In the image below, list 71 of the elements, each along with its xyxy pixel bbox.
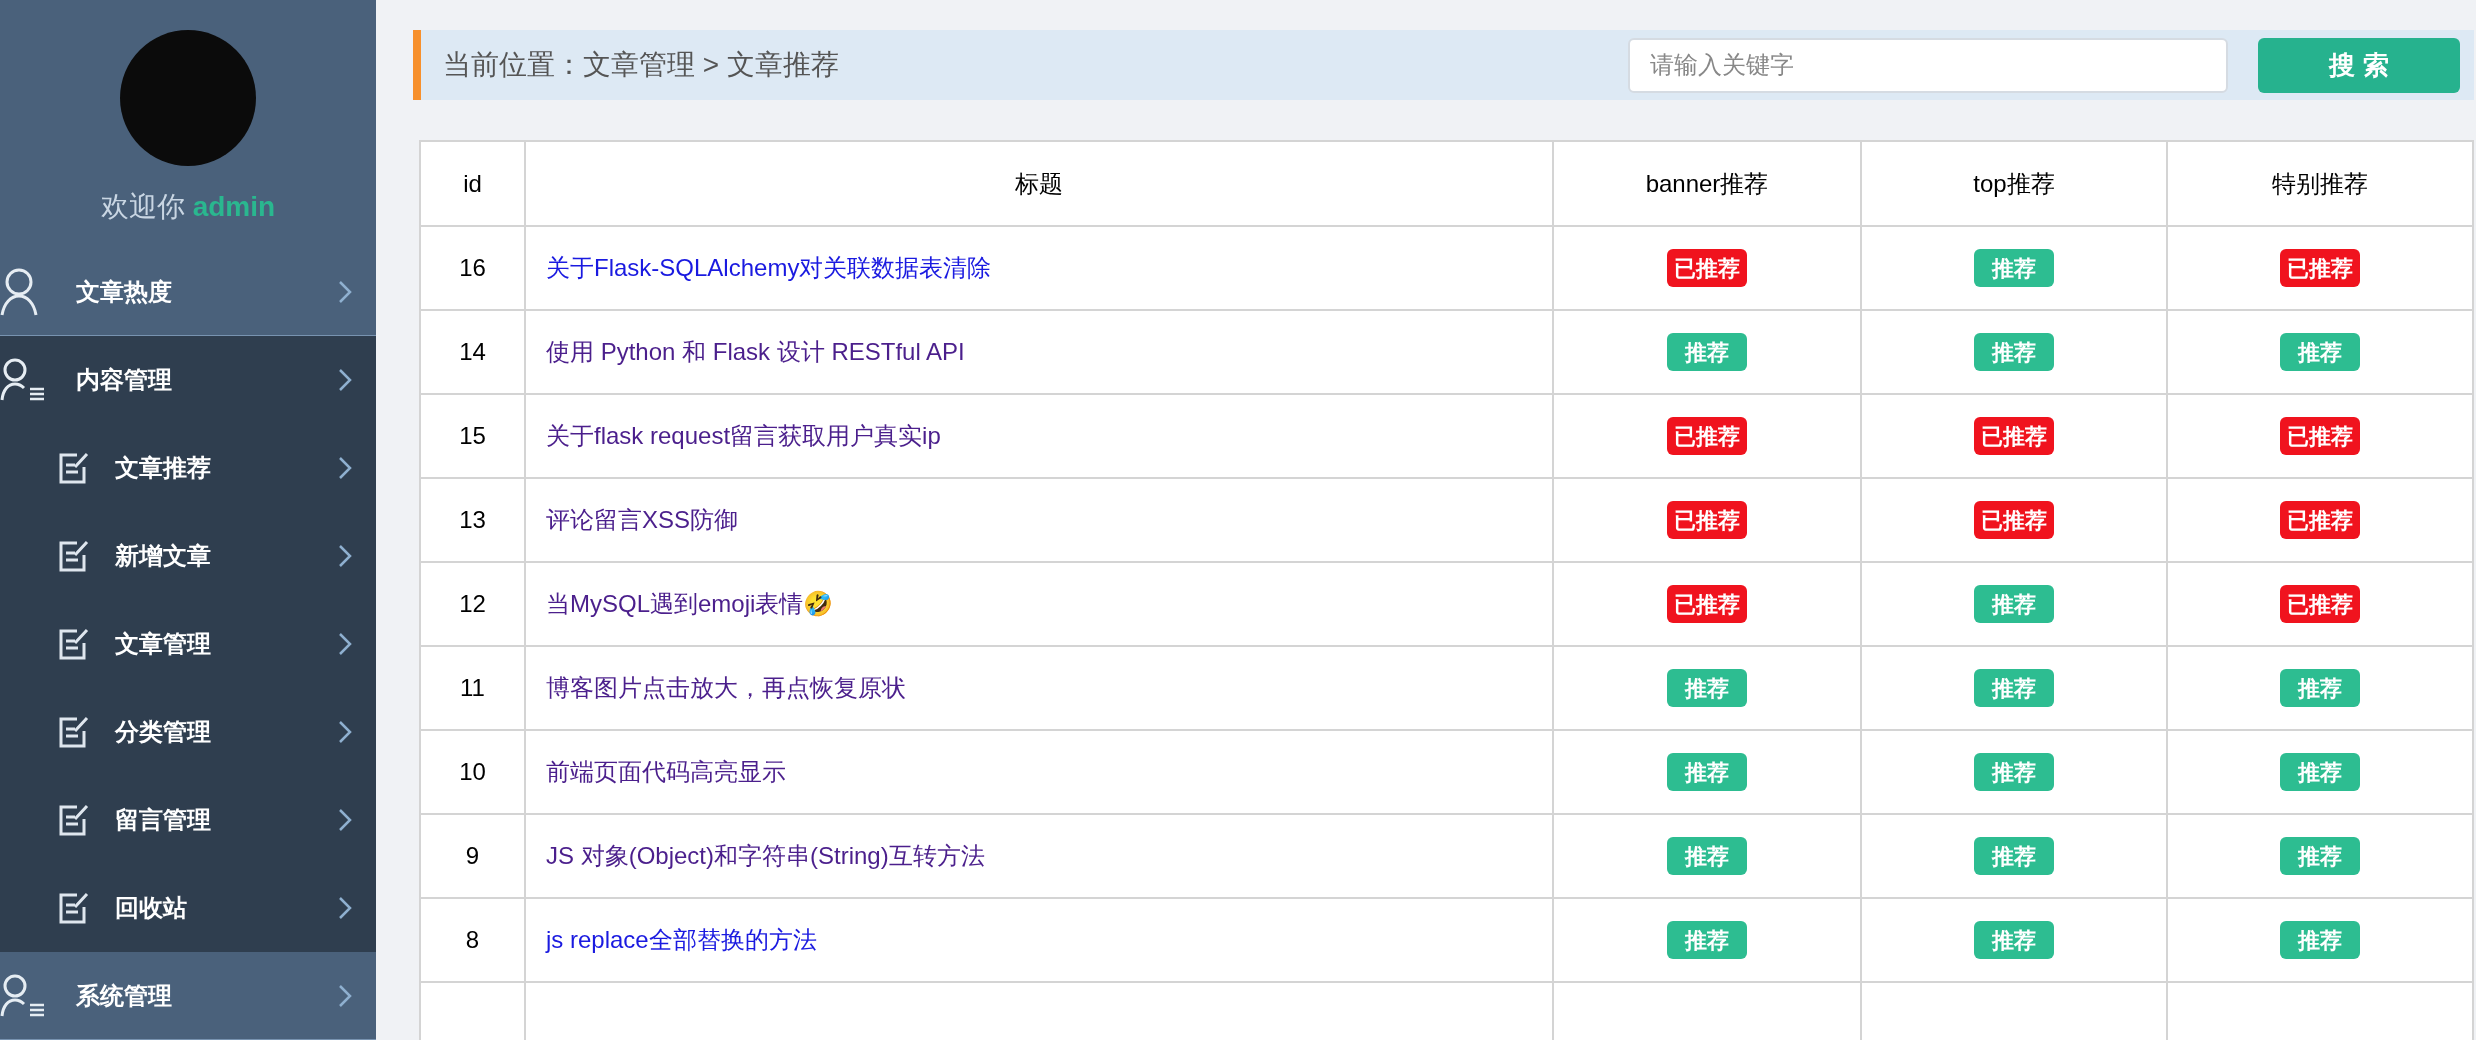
recommend-button[interactable]: 推荐 bbox=[2280, 753, 2360, 791]
recommend-button[interactable]: 推荐 bbox=[2280, 837, 2360, 875]
search-button[interactable]: 搜 索 bbox=[2258, 37, 2460, 93]
edit-icon bbox=[57, 715, 89, 749]
id-cell: 14 bbox=[459, 338, 486, 365]
recommend-button[interactable]: 推荐 bbox=[1667, 837, 1747, 875]
recommended-badge[interactable]: 已推荐 bbox=[1667, 249, 1747, 287]
recommend-button[interactable]: 推荐 bbox=[1667, 921, 1747, 959]
recommend-button[interactable]: 推荐 bbox=[1974, 753, 2054, 791]
recommended-badge[interactable]: 已推荐 bbox=[1974, 501, 2054, 539]
article-link[interactable]: 评论留言XSS防御 bbox=[546, 506, 739, 533]
chevron-right-icon bbox=[338, 896, 352, 920]
edit-icon bbox=[57, 451, 89, 485]
recommended-badge[interactable]: 已推荐 bbox=[2280, 417, 2360, 455]
recommend-button[interactable]: 推荐 bbox=[1667, 669, 1747, 707]
recommended-badge[interactable]: 已推荐 bbox=[1667, 501, 1747, 539]
recommend-button[interactable]: 推荐 bbox=[1974, 669, 2054, 707]
welcome-text: 欢迎你 admin bbox=[100, 190, 276, 224]
recommended-badge[interactable]: 已推荐 bbox=[2280, 501, 2360, 539]
recommended-badge[interactable]: 已推荐 bbox=[1667, 585, 1747, 623]
edit-icon bbox=[57, 627, 89, 661]
chevron-right-icon bbox=[338, 632, 352, 656]
article-link[interactable]: 使用 Python 和 Flask 设计 RESTful API bbox=[546, 338, 965, 365]
recommend-button[interactable]: 推荐 bbox=[1974, 249, 2054, 287]
recommend-button[interactable]: 推荐 bbox=[1974, 837, 2054, 875]
column-header: 标题 bbox=[1015, 169, 1063, 197]
recommend-button[interactable]: 推荐 bbox=[1667, 333, 1747, 371]
recommended-badge[interactable]: 已推荐 bbox=[2280, 249, 2360, 287]
chevron-right-icon bbox=[338, 544, 352, 568]
recommended-badge[interactable]: 已推荐 bbox=[1974, 417, 2054, 455]
chevron-right-icon bbox=[338, 808, 352, 832]
id-cell: 11 bbox=[460, 674, 485, 701]
article-link[interactable]: 前端页面代码高亮显示 bbox=[546, 758, 786, 785]
id-cell: 15 bbox=[459, 422, 486, 449]
chevron-right-icon bbox=[338, 456, 352, 480]
recommended-badge[interactable]: 已推荐 bbox=[1667, 417, 1747, 455]
chevron-right-icon bbox=[338, 720, 352, 744]
article-link[interactable]: 当MySQL遇到emoji表情🤣 bbox=[546, 590, 834, 617]
recommend-button[interactable]: 推荐 bbox=[2280, 921, 2360, 959]
recommend-button[interactable]: 推荐 bbox=[1974, 921, 2054, 959]
menu-item[interactable]: 文章热度 bbox=[0, 248, 376, 336]
recommend-button[interactable]: 推荐 bbox=[1974, 585, 2054, 623]
recommended-badge[interactable]: 已推荐 bbox=[2280, 585, 2360, 623]
id-cell: 10 bbox=[459, 758, 486, 785]
id-cell: 8 bbox=[465, 926, 480, 953]
edit-icon bbox=[57, 539, 89, 573]
chevron-right-icon bbox=[338, 279, 352, 304]
menu-item[interactable]: 系统管理 bbox=[0, 952, 376, 1040]
column-header: 特别推荐 bbox=[2272, 169, 2368, 197]
column-header: id bbox=[463, 169, 482, 197]
recommend-button[interactable]: 推荐 bbox=[2280, 669, 2360, 707]
recommend-button[interactable]: 推荐 bbox=[1974, 333, 2054, 371]
column-header: banner推荐 bbox=[1645, 169, 1769, 197]
edit-icon bbox=[57, 803, 89, 837]
recommend-button[interactable]: 推荐 bbox=[2280, 333, 2360, 371]
id-cell: 13 bbox=[459, 506, 486, 533]
article-link[interactable]: 关于flask request留言获取用户真实ip bbox=[546, 422, 941, 449]
article-link[interactable]: js replace全部替换的方法 bbox=[546, 926, 817, 953]
chevron-right-icon bbox=[338, 983, 352, 1008]
article-link[interactable]: 关于Flask-SQLAlchemy对关联数据表清除 bbox=[546, 254, 992, 281]
search-field[interactable]: 请输入关键字 bbox=[1628, 37, 2228, 93]
chevron-right-icon bbox=[338, 368, 352, 392]
id-cell: 9 bbox=[465, 842, 480, 869]
edit-icon bbox=[57, 891, 89, 925]
id-cell: 12 bbox=[459, 590, 486, 617]
column-header: top推荐 bbox=[1973, 169, 2055, 197]
id-cell: 16 bbox=[459, 254, 486, 281]
article-link[interactable]: 博客图片点击放大，再点恢复原状 bbox=[546, 674, 906, 701]
breadcrumb: 当前位置：文章管理 > 文章推荐 bbox=[443, 48, 840, 82]
recommend-button[interactable]: 推荐 bbox=[1667, 753, 1747, 791]
article-link[interactable]: JS 对象(Object)和字符串(String)互转方法 bbox=[546, 842, 985, 869]
